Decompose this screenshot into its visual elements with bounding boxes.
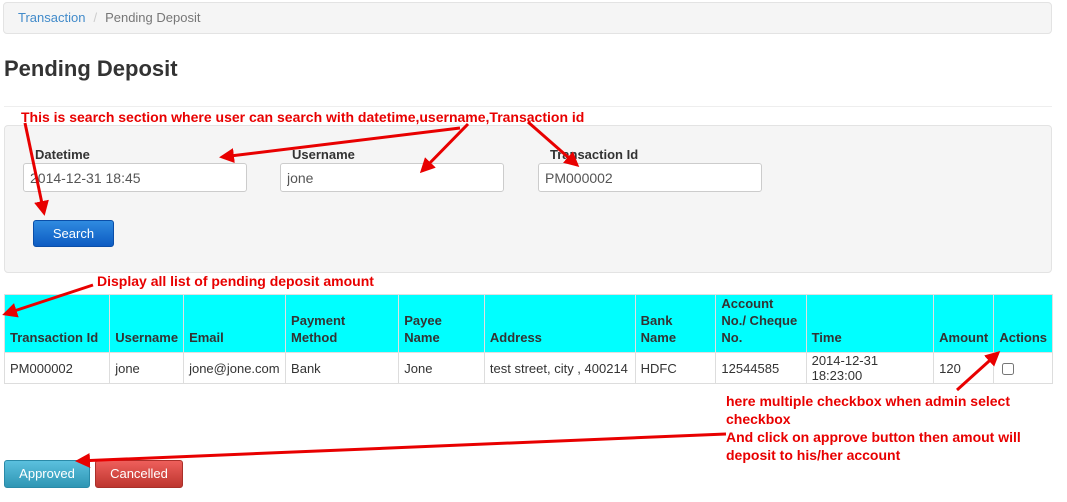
column-header: Account No./ Cheque No. <box>715 294 807 353</box>
cell-username: jone <box>109 352 185 384</box>
search-button[interactable]: Search <box>33 220 114 247</box>
title-divider <box>4 106 1052 107</box>
column-header: Amount <box>933 294 995 353</box>
column-header: Time <box>805 294 935 353</box>
username-label: Username <box>292 147 355 162</box>
cell-amount: 120 <box>933 352 995 384</box>
page-title: Pending Deposit <box>4 56 178 81</box>
column-header: Payment Method <box>285 294 400 353</box>
cell-actions <box>993 352 1053 384</box>
datetime-input[interactable] <box>23 163 247 192</box>
pending-deposit-table: Transaction Id Username Email Payment Me… <box>3 294 1053 384</box>
cell-payee-name: Jone <box>398 352 485 384</box>
datetime-label: Datetime <box>35 147 90 162</box>
annotation-list-note: Display all list of pending deposit amou… <box>97 273 374 289</box>
breadcrumb-separator: / <box>93 10 98 25</box>
breadcrumb-current: Pending Deposit <box>105 10 201 25</box>
breadcrumb-link-transaction[interactable]: Transaction <box>18 10 85 25</box>
approve-button[interactable]: Approved <box>4 460 90 488</box>
row-select-checkbox[interactable] <box>1002 363 1015 376</box>
cell-address: test street, city , 400214 <box>483 352 636 384</box>
column-header: Address <box>483 294 636 353</box>
transaction-id-input[interactable] <box>538 163 762 192</box>
column-header: Username <box>109 294 185 353</box>
table-header-row: Transaction Id Username Email Payment Me… <box>3 294 1053 353</box>
annotation-search-note: This is search section where user can se… <box>21 109 585 125</box>
cell-account-no: 12544585 <box>715 352 807 384</box>
column-header: Payee Name <box>398 294 485 353</box>
table-row: PM000002 jone jone@jone.com Bank Jone te… <box>3 352 1053 384</box>
cell-time: 2014-12-31 18:23:00 <box>805 352 935 384</box>
column-header: Bank Name <box>634 294 717 353</box>
annotation-checkbox-note: here multiple checkbox when admin select… <box>726 393 1021 463</box>
cell-bank-name: HDFC <box>634 352 717 384</box>
cell-payment-method: Bank <box>285 352 400 384</box>
column-header: Transaction Id <box>3 294 111 353</box>
transaction-id-label: Transaction Id <box>550 147 639 162</box>
cell-email: jone@jone.com <box>183 352 287 384</box>
search-panel <box>4 125 1052 273</box>
breadcrumb: Transaction / Pending Deposit <box>3 2 1052 34</box>
column-header: Actions <box>993 294 1053 353</box>
cancel-button[interactable]: Cancelled <box>95 460 183 488</box>
column-header: Email <box>183 294 287 353</box>
arrow-to-approve-button <box>75 432 727 468</box>
username-input[interactable] <box>280 163 504 192</box>
cell-transaction-id: PM000002 <box>3 352 111 384</box>
